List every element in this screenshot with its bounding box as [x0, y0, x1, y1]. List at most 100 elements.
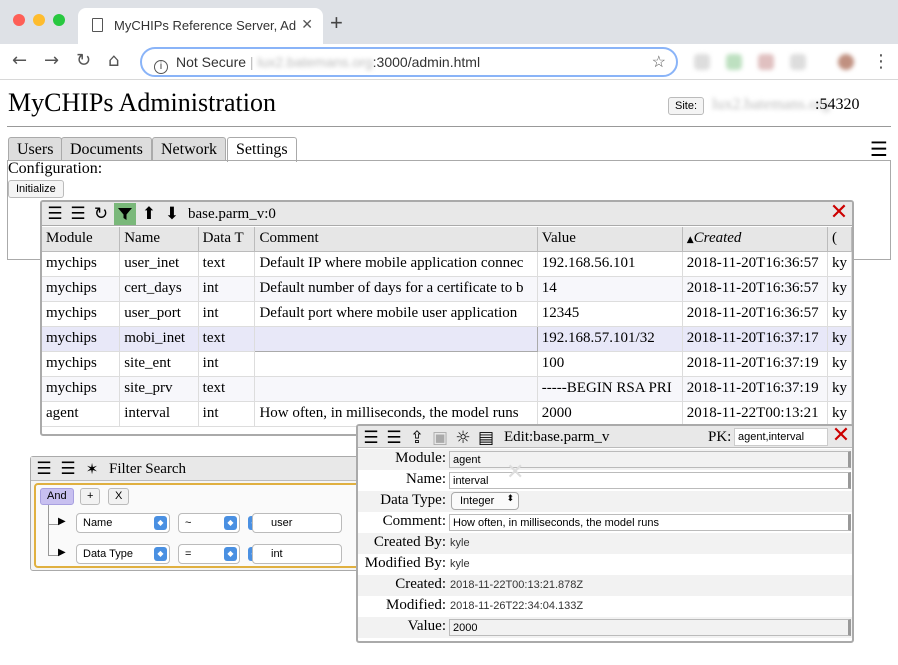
table-cell[interactable]: int	[198, 276, 256, 302]
table-cell[interactable]: text	[198, 326, 256, 352]
table-cell[interactable]: How often, in milliseconds, the model ru…	[254, 401, 538, 427]
table-cell[interactable]: site_prv	[119, 376, 199, 402]
table-cell[interactable]: Default port where mobile user applicati…	[254, 301, 538, 327]
column-header[interactable]: (	[827, 227, 852, 252]
table-cell[interactable]: mychips	[42, 301, 121, 327]
table-cell[interactable]: ky	[827, 351, 852, 377]
table-cell[interactable]: int	[198, 401, 256, 427]
table-cell[interactable]: 2018-11-20T16:36:57	[682, 251, 828, 277]
table-cell[interactable]: agent	[42, 401, 121, 427]
list-menu-icon[interactable]: ☰	[67, 203, 89, 225]
operator-select[interactable]: ~ ◆	[178, 513, 240, 533]
back-icon[interactable]: ←	[12, 50, 27, 71]
sort-down-icon[interactable]: ⬇	[161, 203, 183, 225]
sort-up-icon[interactable]: ⬆	[138, 203, 160, 225]
and-toggle-button[interactable]: And	[40, 488, 74, 505]
column-header[interactable]: Comment	[254, 227, 538, 252]
table-cell[interactable]	[254, 325, 538, 352]
table-row[interactable]: mychips mobi_inet text 192.168.57.101/32 201…	[42, 325, 852, 352]
tab-documents[interactable]: Documents	[61, 137, 152, 161]
column-header-sorted[interactable]: ▲Created	[682, 227, 828, 252]
table-cell[interactable]	[254, 376, 538, 402]
initialize-button[interactable]: Initialize	[8, 180, 64, 198]
column-header[interactable]: Data T	[198, 227, 256, 252]
extension-icon[interactable]	[790, 54, 806, 70]
magic-wand-icon[interactable]: ✶	[81, 458, 103, 480]
tab-network[interactable]: Network	[152, 137, 226, 161]
menu-icon[interactable]: ☰	[360, 427, 382, 449]
extension-icon[interactable]	[694, 54, 710, 70]
extension-icon[interactable]	[758, 54, 774, 70]
filter-icon[interactable]	[114, 203, 136, 225]
table-cell[interactable]: 192.168.57.101/32	[537, 326, 683, 352]
operator-select[interactable]: = ◆	[178, 544, 240, 564]
upload-icon[interactable]: ⇪	[406, 427, 428, 449]
menu-icon[interactable]: ☰	[870, 137, 888, 161]
table-row[interactable]: mychips user_port int Default port where mo…	[42, 301, 852, 327]
close-icon[interactable]: ✕	[828, 202, 850, 225]
table-cell[interactable]: ky	[827, 251, 852, 277]
field-select[interactable]: Data Type ◆	[76, 544, 170, 564]
pk-field[interactable]: agent,interval	[734, 428, 828, 446]
browser-tab[interactable]: MyCHIPs Reference Server, Ad ✕	[78, 8, 323, 44]
play-icon[interactable]: ▶	[58, 547, 66, 558]
table-cell[interactable]: int	[198, 301, 256, 327]
menu-icon[interactable]: ☰	[33, 458, 55, 480]
table-cell[interactable]: interval	[119, 401, 199, 427]
value-input[interactable]: int	[252, 544, 342, 564]
field-select[interactable]: Name ◆	[76, 513, 170, 533]
avatar[interactable]	[838, 54, 854, 70]
column-header[interactable]: Name	[119, 227, 199, 252]
table-cell[interactable]: 2018-11-20T16:36:57	[682, 301, 828, 327]
window-minimize-icon[interactable]	[33, 14, 45, 26]
window-close-icon[interactable]	[13, 14, 25, 26]
column-header[interactable]: Module	[42, 227, 121, 252]
new-tab-button[interactable]: +	[330, 10, 343, 36]
tab-close-icon[interactable]: ✕	[301, 16, 313, 33]
site-button[interactable]: Site:	[668, 97, 705, 115]
table-cell[interactable]: ky	[827, 276, 852, 302]
table-cell[interactable]: text	[198, 251, 256, 277]
table-cell[interactable]: 2018-11-20T16:36:57	[682, 276, 828, 302]
bookmark-star-icon[interactable]: ☆	[652, 52, 666, 72]
table-cell[interactable]: mychips	[42, 326, 121, 352]
value-input[interactable]: user	[252, 513, 342, 533]
tab-users[interactable]: Users	[8, 137, 63, 161]
list-menu-icon[interactable]: ☰	[383, 427, 405, 449]
table-cell[interactable]: user_port	[119, 301, 199, 327]
window-maximize-icon[interactable]	[53, 14, 65, 26]
table-cell[interactable]: mychips	[42, 351, 121, 377]
table-cell[interactable]: 2000	[537, 401, 683, 427]
close-icon[interactable]: ✕	[830, 426, 852, 448]
table-cell[interactable]: 12345	[537, 301, 683, 327]
table-cell[interactable]	[254, 351, 538, 377]
table-cell[interactable]: mychips	[42, 276, 121, 302]
extension-icon[interactable]	[726, 54, 742, 70]
table-row[interactable]: mychips user_inet text Default IP where mob…	[42, 251, 852, 277]
browser-menu-icon[interactable]: ⋮	[872, 51, 890, 72]
datatype-select[interactable]: Integer ⬍	[451, 492, 519, 510]
table-cell[interactable]: mychips	[42, 376, 121, 402]
table-cell[interactable]: 14	[537, 276, 683, 302]
table-cell[interactable]: ky	[827, 376, 852, 402]
field-input[interactable]: 2000	[449, 619, 851, 636]
table-cell[interactable]: 2018-11-22T00:13:21	[682, 401, 828, 427]
table-cell[interactable]: 100	[537, 351, 683, 377]
table-row[interactable]: mychips cert_days int Default number of day…	[42, 276, 852, 302]
table-cell[interactable]: int	[198, 351, 256, 377]
forward-icon[interactable]: →	[44, 50, 59, 71]
table-cell[interactable]: Default number of days for a certificate…	[254, 276, 538, 302]
remove-group-button[interactable]: X	[108, 488, 130, 505]
table-cell[interactable]: ky	[827, 401, 852, 427]
table-cell[interactable]: mobi_inet	[119, 326, 199, 352]
tab-settings[interactable]: Settings	[227, 137, 297, 162]
table-row[interactable]: mychips site_prv text -----BEGIN RSA PRI 201…	[42, 376, 852, 402]
table-cell[interactable]: site_ent	[119, 351, 199, 377]
reload-page-icon[interactable]: ↻	[76, 50, 91, 71]
table-cell[interactable]: -----BEGIN RSA PRI	[537, 376, 683, 402]
list-menu-icon[interactable]: ☰	[57, 458, 79, 480]
table-cell[interactable]: cert_days	[119, 276, 199, 302]
table-cell[interactable]: 192.168.56.101	[537, 251, 683, 277]
save-icon[interactable]: ▣	[429, 427, 451, 449]
play-icon[interactable]: ▶	[58, 516, 66, 527]
